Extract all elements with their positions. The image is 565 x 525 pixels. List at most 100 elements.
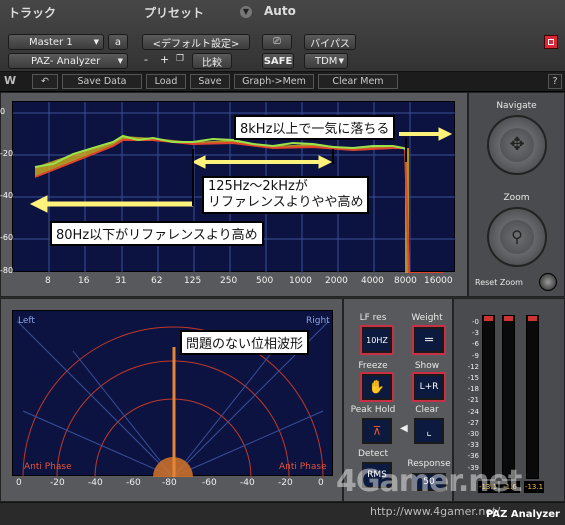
weight-curve-icon: ═ (425, 332, 433, 348)
preset-value: <デフォルト設定> (152, 38, 240, 50)
window-icon: ⎚ (273, 37, 281, 47)
chevron-down-icon: ▼ (338, 57, 344, 65)
clear-button[interactable]: ⌞ (414, 418, 444, 444)
meter-scale-tick: -15 (467, 374, 479, 383)
zoom-label: Zoom (503, 193, 530, 203)
preset-menu-icon[interactable]: ▼ (240, 6, 252, 18)
meter-scale-tick: -9 (472, 351, 479, 360)
watermark-url: http://www.4gamer.net/ (370, 505, 501, 518)
load-button[interactable]: Load (146, 74, 186, 89)
track-label: トラック (8, 6, 57, 20)
annotation-phase: 問題のない位相波形 (180, 330, 310, 355)
arrow-left-icon: ◀ (400, 423, 408, 434)
x-tick: 2000 (325, 276, 348, 286)
preset-increment[interactable]: + (160, 53, 169, 66)
freeze-button[interactable]: ✋ (362, 374, 392, 400)
phase-x-axis: 0 -20 -40 -60 -80 -60 -40 -20 0 (12, 478, 333, 490)
annotation-mid-line2: リファレンスよりやや高め (208, 195, 364, 210)
plugin-name: PAZ- Analyzer (31, 55, 101, 67)
y-tick: -80 (0, 266, 14, 275)
phase-right-label: Right (306, 316, 330, 326)
meter-scale-tick: -24 (467, 407, 479, 416)
meter-scale-tick: -6 (472, 340, 479, 349)
undo-icon[interactable]: ↶ (32, 74, 58, 89)
lf-res-label: LF res (359, 313, 387, 323)
meter-scale-tick: -30 (467, 430, 479, 439)
reset-zoom-button[interactable] (539, 273, 557, 291)
clear-label: Clear (415, 405, 439, 415)
meter-scale-tick: -18 (467, 385, 479, 394)
reset-zoom-label: Reset Zoom (475, 278, 523, 287)
lf-res-button[interactable]: 10HZ (362, 327, 392, 353)
y-tick: -60 (0, 233, 14, 242)
navigate-pad[interactable]: ✥ (487, 115, 547, 175)
annotation-mid-freq: 125Hz～2kHzが リファレンスよりやや高め (202, 176, 370, 214)
plugin-header-bar: トラック プリセット ▼ Auto Master 1 ▼ a <デフォルト設定> … (0, 0, 565, 72)
magnifier-icon: ⚲ (500, 220, 534, 254)
meter-clip-led (484, 316, 493, 321)
peak-hold-icon: ⊼ (372, 424, 382, 438)
y-tick: -40 (0, 191, 14, 200)
freeze-label: Freeze (358, 361, 388, 371)
spectrum-x-axis: 8 16 31 62 125 250 500 1000 2000 4000 80… (12, 276, 455, 288)
automation-window-button[interactable]: ⎚ (262, 34, 292, 50)
x-tick: 250 (220, 276, 238, 286)
x-tick: 62 (151, 276, 163, 286)
annotation-low-freq: 80Hz以下がリファレンスより高め (50, 221, 264, 246)
peak-hold-button[interactable]: ⊼ (362, 418, 392, 444)
help-button[interactable]: ? (548, 74, 562, 89)
x-tick: 8000 (394, 276, 417, 286)
graph-mem-button[interactable]: Graph->Mem (234, 74, 314, 89)
save-button[interactable]: Save (190, 74, 230, 89)
meter-scale-tick: -0 (472, 318, 479, 326)
waves-toolbar: W ↶ Save Data Load Save Graph->Mem Clear… (0, 72, 565, 92)
copy-icon[interactable]: ❐ (176, 54, 184, 64)
track-name: Master 1 (29, 36, 73, 48)
close-plugin-icon[interactable] (544, 35, 558, 49)
phase-x-tick: -20 (50, 478, 65, 488)
track-select[interactable]: Master 1 ▼ (8, 34, 104, 50)
meter-scale-tick: -33 (467, 441, 479, 450)
x-tick: 1000 (289, 276, 312, 286)
y-tick: -20 (0, 149, 14, 158)
phase-left-label: Left (18, 316, 35, 326)
x-tick: 125 (184, 276, 202, 286)
save-data-button[interactable]: Save Data (62, 74, 142, 89)
preset-select[interactable]: <デフォルト設定> (142, 34, 250, 50)
meter-scale-tick: -3 (472, 329, 479, 338)
clear-icon: ⌞ (426, 424, 432, 438)
footer-bar: http://www.4gamer.net/ PAZ Analyzer (0, 502, 565, 525)
zoom-pad[interactable]: ⚲ (487, 207, 547, 267)
meter-scale: -0 -3 -6 -9 -12 -15 -18 -21 -24 -27 -30 … (457, 317, 479, 477)
waves-logo-icon: W (4, 74, 17, 87)
clear-mem-button[interactable]: Clear Mem (318, 74, 398, 89)
annotation-mid-line1: 125Hz～2kHzが (208, 179, 308, 194)
track-variant-button[interactable]: a (108, 34, 128, 50)
phase-x-tick: -60 (202, 478, 217, 488)
weight-button[interactable]: ═ (414, 327, 444, 353)
show-label: Show (414, 361, 440, 371)
safe-button[interactable]: SAFE (262, 53, 294, 69)
meter-sum (526, 315, 539, 479)
compare-button[interactable]: 比較 (192, 53, 232, 69)
chevron-down-icon: ▼ (117, 57, 123, 65)
preset-decrement[interactable]: - (144, 53, 148, 66)
bypass-button[interactable]: バイパス (304, 34, 356, 50)
anti-phase-left-label: Anti Phase (24, 462, 72, 472)
hand-icon: ✋ (368, 379, 386, 395)
y-tick: 0 (0, 107, 6, 116)
plugin-footer-name: PAZ Analyzer (486, 509, 560, 520)
meter-scale-tick: -27 (467, 418, 479, 427)
phase-x-tick: 0 (16, 478, 22, 488)
x-tick: 500 (256, 276, 274, 286)
phase-x-tick: -80 (162, 478, 177, 488)
spectrum-y-axis: 0 -20 -40 -60 -80 (0, 101, 14, 275)
phase-x-tick: -40 (88, 478, 103, 488)
show-button[interactable]: L+R (414, 374, 444, 400)
meter-scale-tick: -36 (467, 452, 479, 461)
tdm-select[interactable]: TDM ▼ (304, 53, 348, 69)
meter-readout-sum: -13.1 (524, 481, 544, 493)
plugin-select[interactable]: PAZ- Analyzer ▼ (8, 53, 128, 69)
move-arrows-icon: ✥ (500, 128, 534, 162)
phase-x-tick: 0 (318, 478, 324, 488)
